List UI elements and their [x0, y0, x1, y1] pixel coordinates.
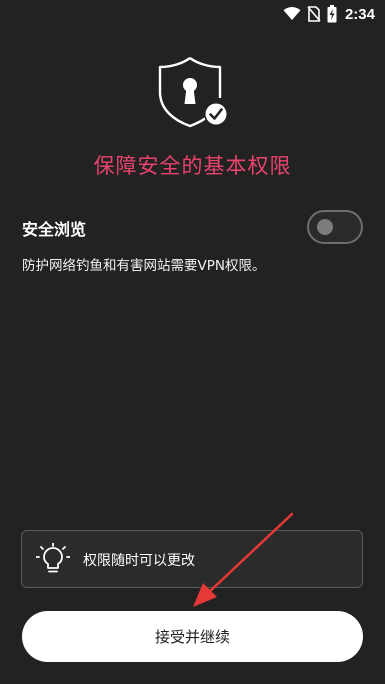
no-sim-icon	[307, 6, 321, 22]
setting-title: 安全浏览	[22, 220, 87, 239]
safe-browsing-toggle[interactable]	[307, 210, 363, 244]
shield-lock-check-icon	[154, 54, 234, 134]
setting-description: 防护网络钓鱼和有害网站需要VPN权限。	[22, 258, 266, 274]
status-icons: 2:34	[283, 4, 375, 24]
toggle-knob	[317, 219, 333, 235]
accept-continue-button[interactable]: 接受并继续	[22, 611, 363, 662]
page-title: 保障安全的基本权限	[93, 154, 292, 178]
tip-text: 权限随时可以更改	[83, 553, 195, 569]
wifi-icon	[283, 7, 301, 21]
lightbulb-icon	[35, 542, 71, 577]
status-time: 2:34	[344, 5, 375, 23]
battery-charging-icon	[327, 5, 337, 23]
status-bar: 2:34	[0, 0, 385, 30]
tip-box: 权限随时可以更改	[21, 530, 363, 588]
permission-screen: 2:34 保障安全的基本权限 安全浏览 防护网络钓鱼和有害网站需要VPN权限。	[0, 0, 385, 684]
